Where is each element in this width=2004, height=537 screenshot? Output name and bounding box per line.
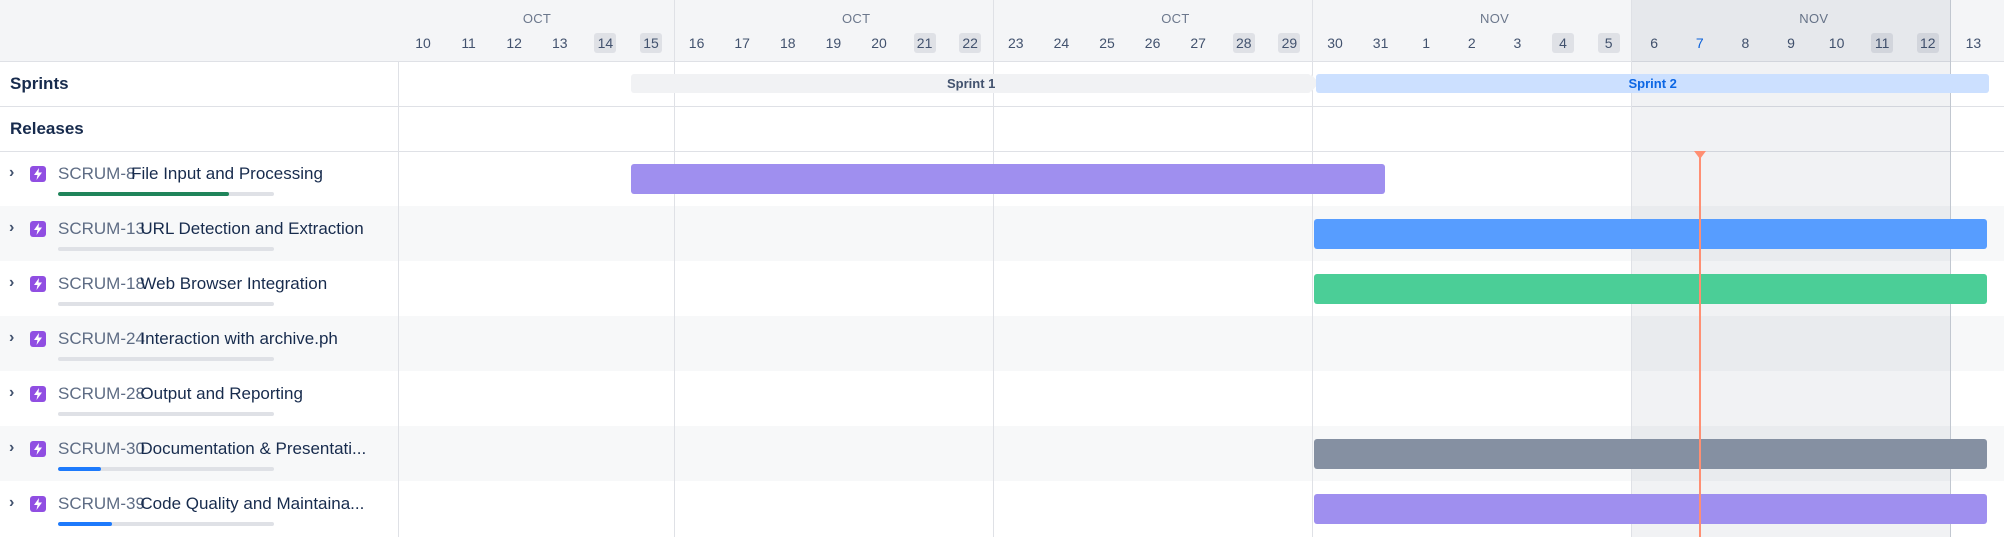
epic-icon [30,496,46,512]
chevron-right-icon[interactable]: › [9,165,23,181]
day-label: 24 [1053,35,1070,51]
epic-list-header [0,0,399,62]
epic-icon [30,331,46,347]
chevron-right-icon[interactable]: › [9,440,23,456]
epic-title[interactable]: Output and Reporting [140,384,303,404]
epic-key[interactable]: SCRUM-24 [58,329,145,349]
day-label: 11 [461,35,476,51]
day-label: 15 [640,33,662,53]
epic-key[interactable]: SCRUM-30 [58,439,145,459]
epic-progress-bar [58,192,274,196]
day-label: 12 [506,35,522,51]
day-label: 1 [1422,35,1431,51]
month-label: NOV [1480,11,1510,26]
epic-key[interactable]: SCRUM-8 [58,164,135,184]
day-label: 20 [871,35,887,51]
chevron-right-icon[interactable]: › [9,385,23,401]
epic-progress-bar [58,467,274,471]
epic-title[interactable]: Interaction with archive.ph [140,329,338,349]
epic-title[interactable]: Code Quality and Maintaina... [140,494,364,514]
sprint-bar-2[interactable]: Sprint 2 [1316,74,1990,93]
epic-row[interactable]: › SCRUM-28 Output and Reporting [0,371,399,426]
roadmap-timeline: Sprints Releases › SCRUM-8 File Input and … [0,0,2004,537]
day-label: 31 [1372,35,1389,51]
day-label: 2 [1467,35,1476,51]
epic-icon [30,166,46,182]
epic-row[interactable]: › SCRUM-18 Web Browser Integration [0,261,399,316]
day-label: 26 [1144,35,1161,51]
epic-progress-fill [58,522,112,526]
releases-label: Releases [10,119,84,138]
epic-timeline-bar[interactable] [1314,219,1988,249]
epic-icon [30,221,46,237]
releases-row-label: Releases [0,106,399,151]
epic-row[interactable]: › SCRUM-13 URL Detection and Extraction [0,206,399,261]
month-label: OCT [842,11,871,26]
epic-timeline-bar[interactable] [1314,494,1988,524]
chevron-right-icon[interactable]: › [9,330,23,346]
day-label: 13 [1965,35,1982,51]
sprint-bar-1[interactable]: Sprint 1 [631,74,1312,93]
day-label: 13 [552,35,568,51]
day-label: 16 [688,35,705,51]
epic-title[interactable]: Documentation & Presentati... [140,439,366,459]
day-label: 18 [780,35,796,51]
epic-title[interactable]: URL Detection and Extraction [140,219,363,239]
epic-progress-bar [58,302,274,306]
epic-key[interactable]: SCRUM-39 [58,494,145,514]
epic-progress-fill [58,192,229,196]
epic-key[interactable]: SCRUM-18 [58,274,145,294]
day-label: 30 [1327,35,1343,51]
epic-list-panel: Sprints Releases › SCRUM-8 File Input and … [0,0,399,537]
month-label: OCT [522,11,552,26]
epic-title[interactable]: File Input and Processing [131,164,323,184]
day-label: 29 [1278,33,1301,53]
day-label: 28 [1232,33,1255,53]
day-label: 10 [415,35,431,51]
month-label: OCT [1161,11,1190,26]
day-label: 21 [913,33,936,53]
epic-row[interactable]: › SCRUM-8 File Input and Processing [0,151,399,206]
epic-icon [30,276,46,292]
day-label: 14 [594,33,617,53]
epic-icon [30,441,46,457]
today-marker [1693,151,1706,159]
day-label: 3 [1513,35,1522,51]
day-label: 25 [1099,35,1115,51]
day-label: 19 [825,35,842,51]
sprints-label: Sprints [10,74,69,93]
epic-row[interactable]: › SCRUM-24 Interaction with archive.ph [0,316,399,371]
chevron-right-icon[interactable]: › [9,495,23,511]
day-label: 17 [734,35,750,51]
epic-progress-bar [58,412,274,416]
epic-progress-bar [58,247,274,251]
chevron-right-icon[interactable]: › [9,275,23,291]
epic-timeline-bar[interactable] [631,164,1385,194]
day-label: 23 [1008,35,1024,51]
epic-timeline-bar[interactable] [1314,274,1988,304]
epic-row[interactable]: › SCRUM-30 Documentation & Presentati... [0,426,399,481]
epic-timeline-bar[interactable] [1314,439,1988,469]
epic-title[interactable]: Web Browser Integration [140,274,327,294]
epic-row[interactable]: › SCRUM-39 Code Quality and Maintaina... [0,481,399,536]
epic-icon [30,386,46,402]
day-label: 5 [1597,33,1620,53]
chevron-right-icon[interactable]: › [9,220,23,236]
epic-key[interactable]: SCRUM-13 [58,219,145,239]
today-line [1698,151,1701,537]
timeline-chart: OCT OCT OCT NOV NOV 10 11 12 13 14 15 16 17 18 19 20 21 2… [399,0,2004,537]
sprints-row-label: Sprints [0,62,399,106]
epic-progress-bar [58,357,274,361]
epic-key[interactable]: SCRUM-28 [58,384,145,404]
epic-progress-bar [58,522,274,526]
epic-progress-fill [58,467,102,471]
day-label: 22 [959,33,982,53]
day-label: 27 [1190,35,1206,51]
day-label: 4 [1552,33,1574,53]
